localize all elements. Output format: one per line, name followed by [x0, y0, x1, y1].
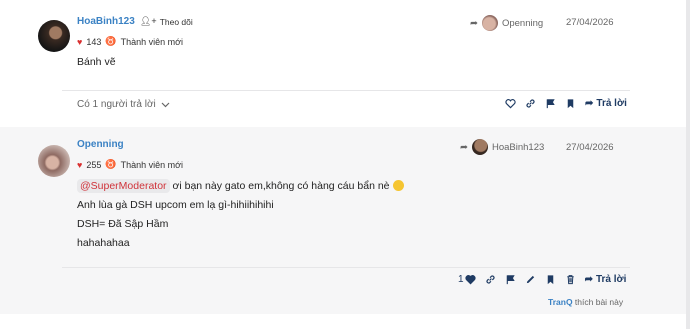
- post-hoabinh123: HoaBinh123 👤︎+ Theo dõi ♥ 143 ♉ Thành vi…: [0, 0, 690, 127]
- user-rank: Thành viên mới: [120, 159, 184, 170]
- post-openning: Openning ♥ 255 ♉ Thành viên mới ➦ HoaBin…: [0, 127, 690, 314]
- scroll-edge: [686, 0, 690, 329]
- liked-by-user[interactable]: TranQ: [548, 297, 573, 307]
- show-replies-button[interactable]: Có 1 người trả lời: [77, 99, 170, 110]
- user-likes-count: 255: [86, 159, 102, 170]
- like-count: 1: [458, 274, 464, 285]
- like-button[interactable]: 1: [458, 274, 476, 285]
- heart-icon: ♥: [77, 159, 83, 170]
- post-actions: ➦ Trả lời: [505, 98, 627, 109]
- reply-arrow-icon: ➦: [460, 141, 468, 153]
- post-divider: [62, 90, 630, 91]
- post-divider: [62, 267, 630, 268]
- flag-icon[interactable]: [545, 98, 556, 109]
- post-body-line: hahahahaa: [77, 237, 130, 249]
- replies-toggle-label: Có 1 người trả lời: [77, 99, 156, 110]
- post-username[interactable]: HoaBinh123: [77, 16, 135, 27]
- rank-icon: ♉: [105, 159, 117, 169]
- reply-to-username: Openning: [501, 17, 544, 29]
- post-body: @SuperModerator ơi bạn này gato em,không…: [77, 177, 404, 253]
- user-mention[interactable]: @SuperModerator: [77, 179, 170, 193]
- reply-label: Trả lời: [595, 274, 627, 285]
- user-stats: ♥ 143 ♉ Thành viên mới: [77, 36, 183, 47]
- reply-button[interactable]: ➦ Trả lời: [585, 274, 627, 285]
- liked-by-info: TranQ thích bài này: [548, 297, 623, 307]
- reply-label: Trả lời: [596, 98, 627, 109]
- like-heart-icon: [464, 275, 476, 285]
- user-avatar[interactable]: [38, 20, 70, 52]
- flag-icon[interactable]: [505, 274, 516, 285]
- reply-to-avatar: [471, 139, 488, 155]
- post-actions: 1 ➦ Trả lời: [458, 274, 626, 285]
- link-icon[interactable]: [525, 98, 536, 109]
- liked-by-suffix: thích bài này: [572, 297, 624, 307]
- reply-to-link[interactable]: ➦ Openning: [470, 15, 543, 31]
- reply-to-username: HoaBinh123: [491, 141, 545, 153]
- post-date[interactable]: 27/04/2026: [566, 17, 614, 28]
- user-rank: Thành viên mới: [120, 36, 184, 47]
- follow-label: Theo dõi: [159, 16, 193, 27]
- post-body-line: DSH= Đã Sập Hầm: [77, 218, 169, 230]
- user-avatar[interactable]: [38, 145, 70, 177]
- post-username[interactable]: Openning: [77, 139, 124, 150]
- rank-icon: ♉: [105, 36, 117, 46]
- post-body-line: Bánh vẽ: [77, 56, 116, 68]
- reply-to-avatar: [481, 15, 498, 31]
- user-likes-count: 143: [86, 36, 102, 47]
- like-heart-icon[interactable]: [505, 98, 516, 109]
- follow-button[interactable]: 👤︎+ Theo dõi: [140, 16, 193, 27]
- edit-pencil-icon[interactable]: [525, 274, 536, 285]
- heart-icon: ♥: [77, 36, 83, 47]
- reply-button[interactable]: ➦ Trả lời: [585, 98, 627, 109]
- reply-to-link[interactable]: ➦ HoaBinh123: [460, 139, 544, 155]
- grinning-face-icon: [392, 180, 404, 191]
- user-stats: ♥ 255 ♉ Thành viên mới: [77, 159, 183, 170]
- link-icon[interactable]: [485, 274, 496, 285]
- post-body-line: @SuperModerator ơi bạn này gato em,không…: [77, 177, 404, 196]
- reply-icon: ➦: [584, 274, 593, 285]
- next-post-edge: [0, 314, 690, 329]
- post-body-line: Anh lùa gà DSH upcom em lạ gì-hihiihihih…: [77, 199, 274, 211]
- chevron-down-icon: [161, 102, 170, 107]
- trash-icon[interactable]: [565, 274, 576, 285]
- post-date[interactable]: 27/04/2026: [566, 142, 614, 153]
- follow-icon: 👤︎+: [140, 16, 157, 26]
- reply-arrow-icon: ➦: [470, 17, 478, 29]
- bookmark-icon[interactable]: [565, 98, 576, 109]
- reply-icon: ➦: [585, 98, 594, 109]
- bookmark-icon[interactable]: [545, 274, 556, 285]
- post-body: Bánh vẽ: [77, 53, 116, 72]
